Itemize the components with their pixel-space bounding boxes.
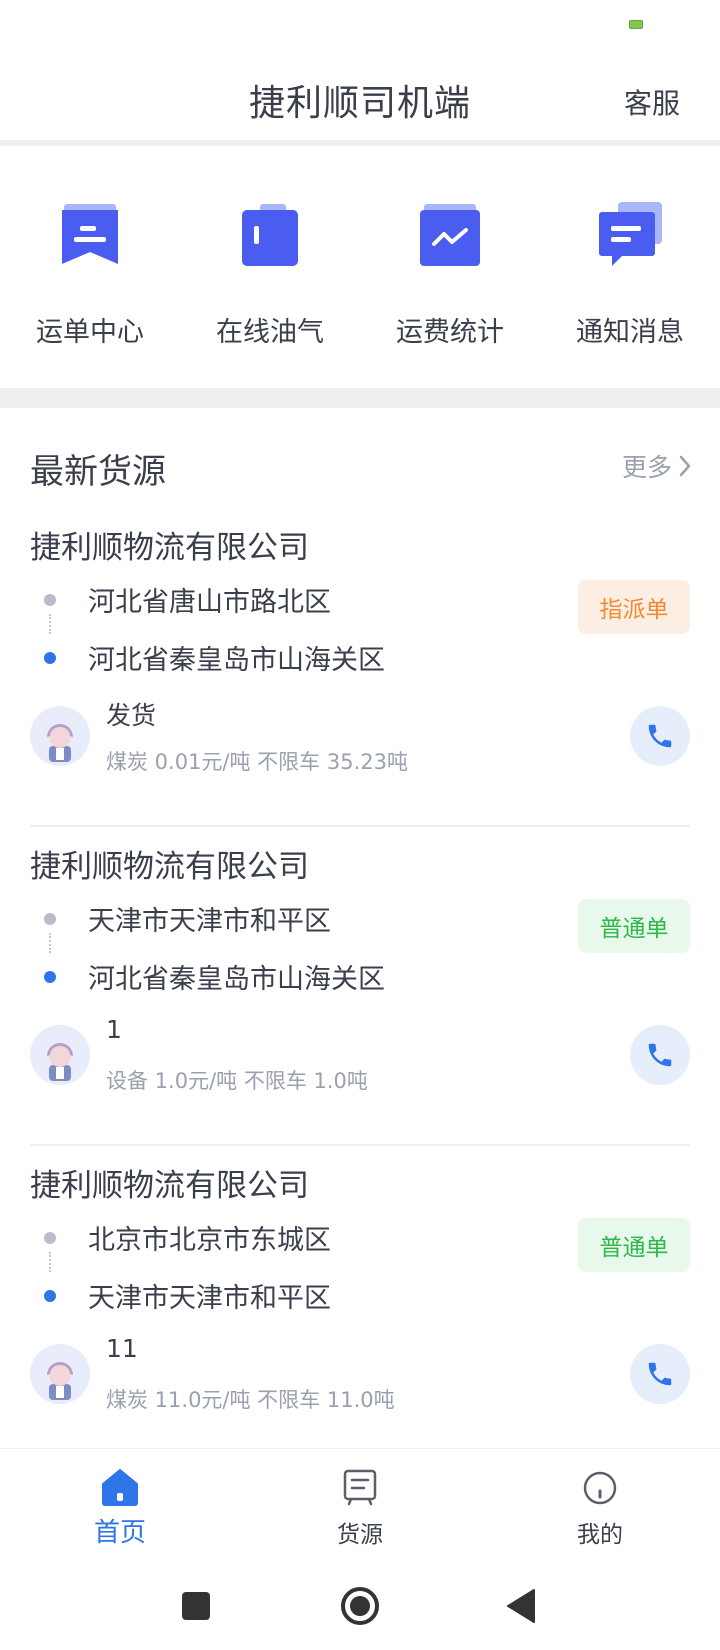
- phone-icon: [648, 724, 672, 748]
- tab-profile[interactable]: 我的: [480, 1449, 720, 1561]
- destination-dot: [44, 971, 56, 983]
- origin-address: 天津市天津市和平区: [88, 906, 331, 937]
- shipper-name: 1: [106, 1015, 122, 1044]
- chevron-right-icon: [679, 455, 691, 477]
- order-type-badge: 普通单: [578, 1218, 690, 1272]
- system-nav-bar: [0, 1560, 720, 1650]
- cargo-card[interactable]: 捷利顺物流有限公司 北京市北京市东城区 天津市天津市和平区 普通单 11 煤炭 …: [0, 1146, 720, 1465]
- more-label: 更多: [621, 453, 672, 482]
- company-name: 捷利顺物流有限公司: [30, 530, 309, 566]
- cargo-list: 捷利顺物流有限公司 河北省唐山市路北区 河北省秦皇岛市山海关区 指派单 发货 煤…: [0, 508, 720, 1465]
- tab-home[interactable]: 首页: [0, 1449, 240, 1561]
- cargo-detail: 煤炭 0.01元/吨 不限车 35.23吨: [106, 750, 408, 774]
- tab-label: 首页: [93, 1518, 146, 1548]
- more-link[interactable]: 更多: [622, 448, 692, 484]
- origin-dot: [44, 913, 56, 925]
- bottom-tab-bar: 首页 货源 我的: [0, 1448, 720, 1560]
- tab-label: 货源: [337, 1522, 383, 1548]
- waybill-icon: [62, 204, 118, 264]
- cargo-icon: [343, 1469, 377, 1506]
- shipper-name: 发货: [106, 701, 157, 730]
- destination-dot: [44, 1290, 56, 1302]
- home-icon: [102, 1469, 138, 1506]
- message-icon: [599, 202, 662, 266]
- origin-dot: [44, 1232, 56, 1244]
- quick-item-fuel[interactable]: 在线油气: [180, 146, 360, 388]
- order-type-badge: 指派单: [578, 580, 690, 634]
- call-button[interactable]: [630, 1344, 690, 1404]
- phone-icon: [648, 1043, 672, 1067]
- quick-label: 通知消息: [576, 317, 684, 348]
- avatar-icon: [47, 724, 73, 762]
- destination-dot: [44, 652, 56, 664]
- route-line: [49, 614, 51, 634]
- avatar-icon: [47, 1362, 73, 1400]
- battery-icon: [629, 20, 643, 29]
- origin-dot: [44, 594, 56, 606]
- stats-icon: [420, 204, 480, 266]
- destination-address: 天津市天津市和平区: [88, 1283, 331, 1314]
- quick-label: 运单中心: [36, 317, 144, 348]
- quick-menu: 运单中心 在线油气 运费统计 通知消息: [0, 146, 720, 388]
- quick-label: 运费统计: [396, 317, 504, 348]
- section-divider: [0, 388, 720, 408]
- section-title: 最新货源: [30, 452, 166, 492]
- quick-item-message[interactable]: 通知消息: [540, 146, 720, 388]
- home-nav-icon[interactable]: [338, 1584, 382, 1628]
- shipper-name: 11: [106, 1334, 138, 1363]
- tab-cargo[interactable]: 货源: [240, 1449, 480, 1561]
- origin-address: 河北省唐山市路北区: [88, 587, 331, 618]
- customer-service-button[interactable]: 客服: [624, 82, 680, 122]
- tab-label: 我的: [577, 1522, 623, 1548]
- cargo-detail: 设备 1.0元/吨 不限车 1.0吨: [106, 1069, 368, 1093]
- avatar: [30, 1025, 90, 1085]
- profile-icon: [583, 1471, 617, 1505]
- route-line: [49, 1252, 51, 1272]
- back-icon[interactable]: [500, 1584, 544, 1628]
- avatar: [30, 1344, 90, 1404]
- quick-item-waybill[interactable]: 运单中心: [0, 146, 180, 388]
- cargo-detail: 煤炭 11.0元/吨 不限车 11.0吨: [106, 1388, 395, 1412]
- company-name: 捷利顺物流有限公司: [30, 849, 309, 885]
- destination-address: 河北省秦皇岛市山海关区: [88, 645, 385, 676]
- quick-label: 在线油气: [216, 317, 324, 348]
- origin-address: 北京市北京市东城区: [88, 1225, 331, 1256]
- app-header: 捷利顺司机端 客服: [0, 56, 720, 140]
- avatar: [30, 706, 90, 766]
- order-type-badge: 普通单: [578, 899, 690, 953]
- avatar-icon: [47, 1043, 73, 1081]
- phone-icon: [648, 1362, 672, 1386]
- fuel-icon: [242, 204, 298, 266]
- quick-item-stats[interactable]: 运费统计: [360, 146, 540, 388]
- route-line: [49, 933, 51, 953]
- cargo-card[interactable]: 捷利顺物流有限公司 河北省唐山市路北区 河北省秦皇岛市山海关区 指派单 发货 煤…: [0, 508, 720, 827]
- call-button[interactable]: [630, 1025, 690, 1085]
- status-bar: [0, 0, 720, 56]
- recent-apps-icon[interactable]: [174, 1584, 218, 1628]
- company-name: 捷利顺物流有限公司: [30, 1168, 309, 1204]
- cargo-card[interactable]: 捷利顺物流有限公司 天津市天津市和平区 河北省秦皇岛市山海关区 普通单 1 设备…: [0, 827, 720, 1146]
- latest-cargo-header: 最新货源 更多: [0, 408, 720, 508]
- call-button[interactable]: [630, 706, 690, 766]
- page-title: 捷利顺司机端: [248, 83, 471, 124]
- destination-address: 河北省秦皇岛市山海关区: [88, 964, 385, 995]
